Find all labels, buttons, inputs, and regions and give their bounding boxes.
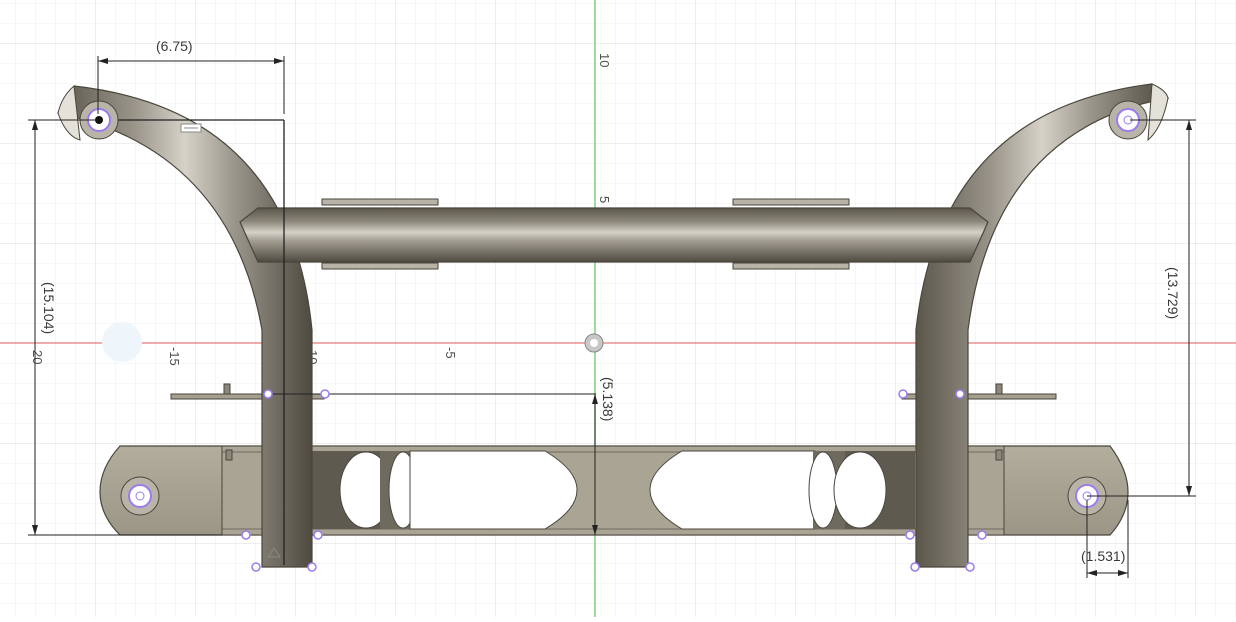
cad-canvas[interactable]: 10 5 -5 10 -15 20	[0, 0, 1236, 617]
tab-bottom-left	[321, 262, 439, 270]
axis-label-x-15: -15	[167, 347, 182, 366]
bottom-tab-right	[995, 449, 1003, 461]
bolt-hole-bottom-left[interactable]	[120, 476, 160, 516]
constraint-icon[interactable]	[180, 123, 202, 133]
plate-cutout-4	[808, 451, 915, 529]
plate-cutout-2	[409, 450, 578, 530]
svg-text:(6.75): (6.75)	[156, 38, 193, 54]
cross-bar[interactable]	[239, 198, 989, 270]
view-marker	[102, 322, 142, 362]
svg-text:(13.729): (13.729)	[1165, 267, 1181, 319]
bracket-tab-left	[223, 383, 231, 395]
plate-cutout-1	[312, 451, 418, 529]
axis-label-x-20: 20	[30, 350, 45, 364]
svg-text:(1.531): (1.531)	[1081, 548, 1125, 564]
bottom-tab-left	[225, 449, 233, 461]
sketch-viewport[interactable]: 10 5 -5 10 -15 20	[0, 0, 1236, 617]
svg-text:(15.104): (15.104)	[41, 282, 57, 334]
bottom-plate[interactable]	[99, 445, 1129, 536]
axis-label-y5: 5	[597, 196, 612, 203]
tab-bottom-right	[732, 262, 850, 270]
bracket-tab-right	[995, 383, 1003, 395]
tab-top-left	[321, 198, 439, 206]
tab-top-right	[732, 198, 850, 206]
axis-label-x-5: -5	[443, 347, 458, 359]
plate-cutout-3	[649, 450, 816, 530]
origin-icon[interactable]	[584, 333, 604, 353]
svg-text:(5.138): (5.138)	[600, 377, 616, 421]
axis-label-y10: 10	[597, 53, 612, 67]
